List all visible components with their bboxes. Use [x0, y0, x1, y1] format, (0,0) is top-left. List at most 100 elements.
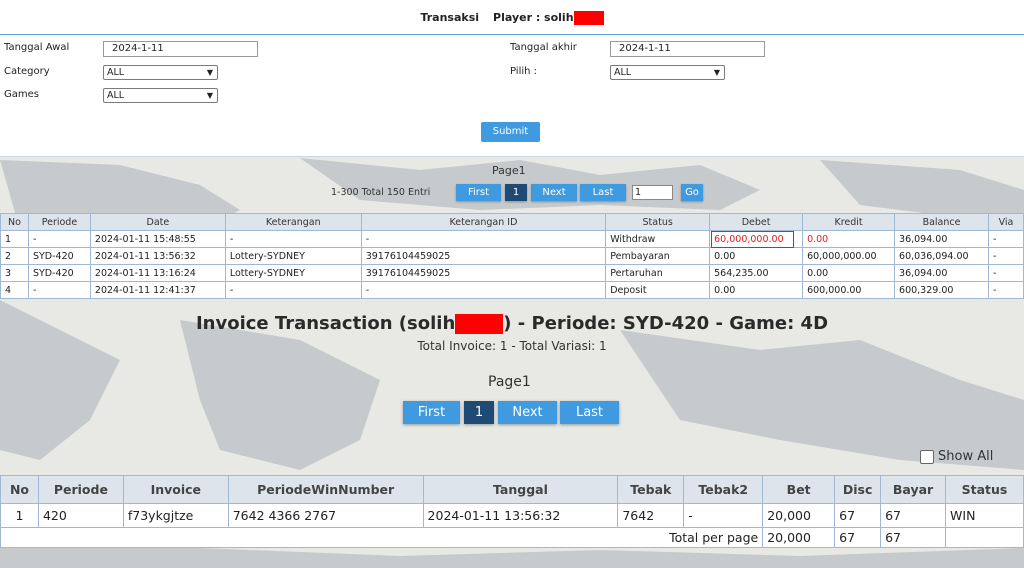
games-label: Games — [4, 89, 39, 100]
cell: SYD-420 — [27, 247, 91, 265]
column-header: Status — [605, 213, 711, 231]
filter-panel: Transaksi Player : solih Tanggal Awal 202… — [0, 0, 1024, 157]
cell: 60,000,000.00 — [802, 247, 896, 265]
cell: - — [987, 247, 1024, 265]
cell: 564,235.00 — [709, 264, 804, 282]
pilih-label: Pilih : — [510, 66, 538, 77]
pilih-select-value: ALL — [614, 67, 632, 78]
column-header: Tebak — [617, 475, 685, 504]
next-page-button[interactable]: Next — [531, 184, 577, 201]
cell: 1 — [0, 503, 39, 528]
column-header: Keterangan — [224, 213, 362, 231]
cell: 0.00 — [802, 230, 896, 248]
category-select[interactable]: ALL ▼ — [103, 65, 218, 80]
category-label: Category — [4, 66, 50, 77]
cell: Withdraw — [605, 230, 711, 248]
invoice-title: Invoice Transaction (solih) - Periode: S… — [0, 313, 1024, 334]
debet-cell-highlighted: 60,000,000.00 — [709, 230, 804, 248]
table-row: 2 SYD-420 2024-01-11 13:56:32 Lottery-SY… — [0, 247, 1024, 265]
show-all-toggle[interactable]: Show All — [920, 449, 993, 464]
cell: - — [224, 281, 362, 299]
column-header: Balance — [894, 213, 989, 231]
cell: 0.00 — [709, 247, 804, 265]
last-page-button[interactable]: Last — [560, 401, 619, 424]
cell: 60,036,094.00 — [894, 247, 989, 265]
total-bet: 20,000 — [762, 527, 836, 548]
goto-page-input[interactable]: 1 — [632, 185, 673, 200]
column-header: Periode — [27, 213, 91, 231]
invoice-subtitle: Total Invoice: 1 - Total Variasi: 1 — [417, 339, 607, 353]
go-button[interactable]: Go — [681, 184, 703, 201]
submit-button[interactable]: Submit — [481, 122, 540, 142]
next-page-button[interactable]: Next — [498, 401, 557, 424]
cell: 39176104459025 — [360, 264, 607, 282]
pilih-select[interactable]: ALL ▼ — [610, 65, 725, 80]
cell: 2024-01-11 15:48:55 — [89, 230, 226, 248]
first-page-button[interactable]: First — [403, 401, 460, 424]
cell: 2024-01-11 12:41:37 — [89, 281, 226, 299]
cell: Deposit — [605, 281, 711, 299]
cell: Lottery-SYDNEY — [224, 264, 362, 282]
cell: 4 — [0, 281, 29, 299]
show-all-label: Show All — [938, 449, 994, 464]
column-header: Date — [89, 213, 226, 231]
cell: 7642 4366 2767 — [227, 503, 424, 528]
cell: - — [987, 281, 1024, 299]
column-header: Bet — [762, 475, 836, 504]
highlight-box — [711, 231, 795, 248]
total-row: Total per page 20,000 67 67 — [0, 527, 1024, 548]
column-header: No — [0, 213, 29, 231]
tanggal-akhir-label: Tanggal akhir — [510, 42, 577, 53]
column-header: Tanggal — [422, 475, 619, 504]
total-disc: 67 — [834, 527, 882, 548]
cell: 2 — [0, 247, 29, 265]
cell: 0.00 — [802, 264, 896, 282]
cell — [945, 527, 1024, 548]
total-label: Total per page — [0, 527, 764, 548]
games-select[interactable]: ALL ▼ — [103, 88, 218, 103]
page-header: Transaksi Player : solih — [0, 0, 1024, 35]
column-header: Bayar — [880, 475, 947, 504]
column-header: PeriodeWinNumber — [227, 475, 424, 504]
tanggal-awal-input[interactable]: 2024-1-11 — [103, 41, 258, 57]
current-page-button[interactable]: 1 — [505, 184, 527, 201]
redaction-box — [573, 11, 604, 25]
cell: 0.00 — [709, 281, 804, 299]
column-header: Via — [987, 213, 1024, 231]
column-header: Tebak2 — [683, 475, 764, 504]
redaction-box — [455, 314, 504, 334]
cell: WIN — [945, 503, 1024, 528]
column-header: Disc — [834, 475, 882, 504]
cell: - — [27, 230, 91, 248]
cell: 600,329.00 — [894, 281, 989, 299]
cell: - — [683, 503, 764, 528]
cell: 67 — [880, 503, 947, 528]
games-select-value: ALL — [107, 90, 125, 101]
current-page-button[interactable]: 1 — [464, 401, 494, 424]
column-header: Debet — [709, 213, 804, 231]
cell: f73ykgjtze — [122, 503, 229, 528]
total-bayar: 67 — [880, 527, 947, 548]
column-header: Kredit — [802, 213, 896, 231]
cell: Pertaruhan — [605, 264, 711, 282]
cell: SYD-420 — [27, 264, 91, 282]
cell: Pembayaran — [605, 247, 711, 265]
column-header: Periode — [37, 475, 124, 504]
invoice-title-prefix: Invoice Transaction (solih — [195, 313, 456, 334]
table-row: 1 - 2024-01-11 15:48:55 - - Withdraw 60,… — [0, 230, 1024, 248]
entry-count: 1-300 Total 150 Entri — [331, 187, 431, 198]
tanggal-akhir-input[interactable]: 2024-1-11 — [610, 41, 765, 57]
cell: Lottery-SYDNEY — [224, 247, 362, 265]
cell: - — [360, 281, 607, 299]
table-row: 4 - 2024-01-11 12:41:37 - - Deposit 0.00… — [0, 281, 1024, 299]
show-all-checkbox[interactable] — [920, 449, 934, 464]
cell: 1 — [0, 230, 29, 248]
cell: 420 — [37, 503, 124, 528]
chevron-down-icon: ▼ — [206, 68, 213, 77]
table-header-row: No Periode Date Keterangan Keterangan ID… — [0, 213, 1024, 231]
first-page-button[interactable]: First — [456, 184, 501, 201]
chevron-down-icon: ▼ — [713, 68, 720, 77]
last-page-button[interactable]: Last — [580, 184, 626, 201]
invoice-table: No Periode Invoice PeriodeWinNumber Tang… — [0, 475, 1024, 548]
cell: - — [27, 281, 91, 299]
